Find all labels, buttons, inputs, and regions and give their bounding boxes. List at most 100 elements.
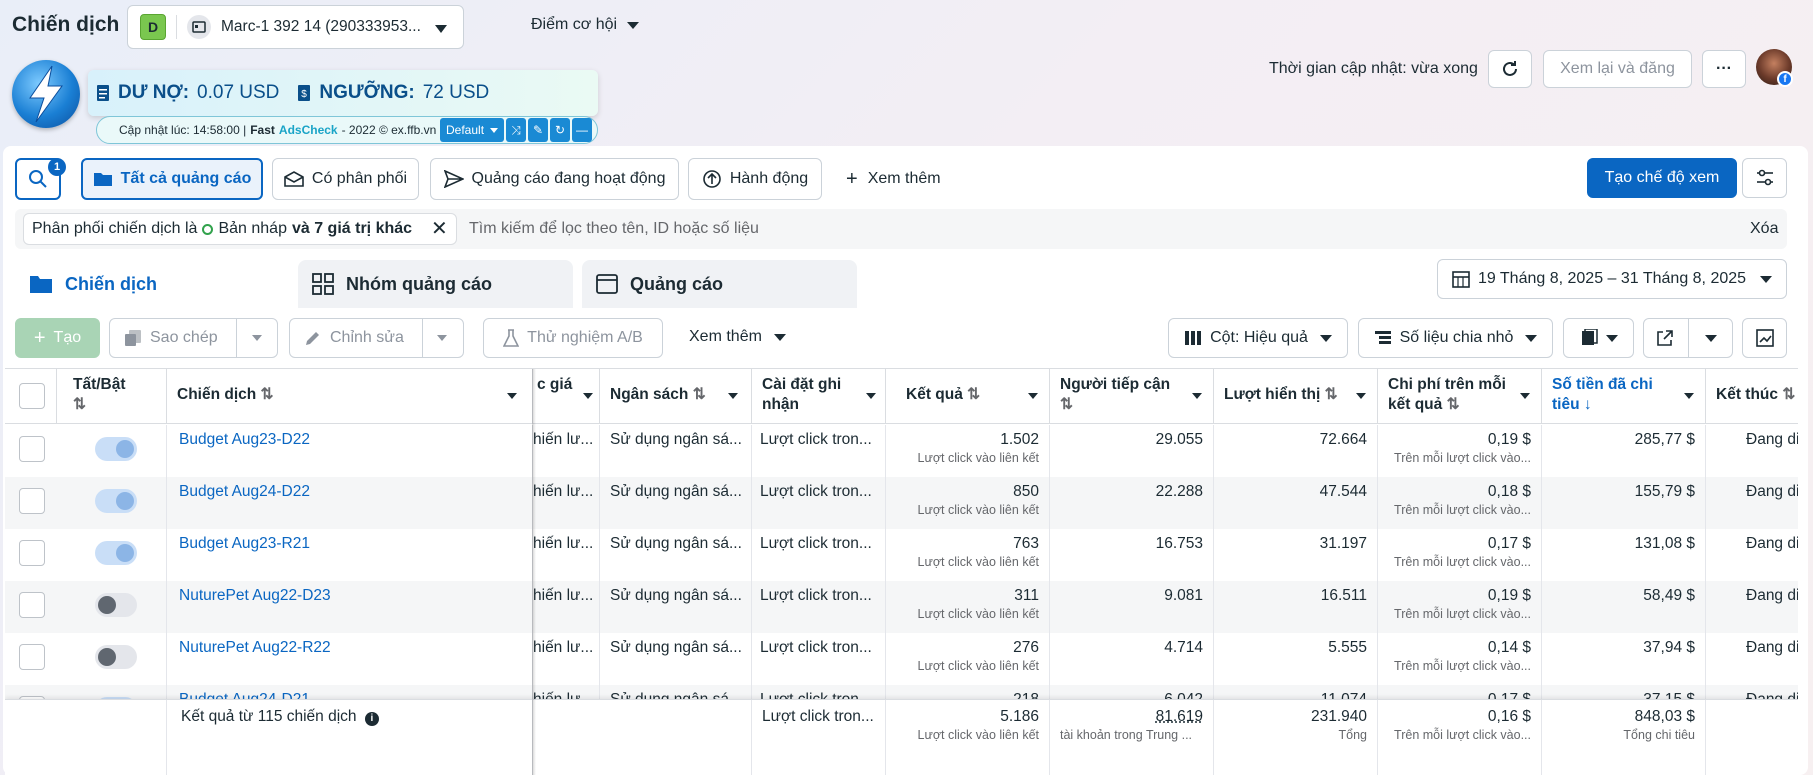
column-amount-spent[interactable]: Số tiền đã chi tiêu ↓ <box>1542 369 1706 424</box>
chevron-down-icon[interactable] <box>1705 335 1717 342</box>
select-all-checkbox[interactable] <box>19 383 45 409</box>
preset-select[interactable]: Default <box>440 118 505 142</box>
column-impressions[interactable]: Lượt hiển thị ⇅ <box>1214 369 1378 424</box>
sort-icon: ⇅ <box>692 386 706 403</box>
chevron-down-icon <box>728 393 738 399</box>
threshold-value: 72 USD <box>422 82 490 103</box>
tab-ads[interactable]: Quảng cáo <box>582 260 857 308</box>
see-more-filters[interactable]: + Xem thêm <box>846 169 941 189</box>
shuffle-icon[interactable]: ⤨ <box>506 118 527 142</box>
divider <box>236 319 237 357</box>
chevron-down-icon[interactable] <box>437 335 447 341</box>
column-reach[interactable]: Người tiếp cận ⇅ <box>1050 369 1214 424</box>
send-icon <box>443 170 464 188</box>
cell-results-sub: Lượt click vào liên kết <box>917 503 1039 517</box>
delivery-toggle[interactable] <box>95 541 137 565</box>
delivery-toggle[interactable] <box>95 489 137 513</box>
cell-end: Đang diễ <box>1746 535 1798 552</box>
opportunity-score[interactable]: Điểm cơ hội <box>531 16 640 34</box>
row-checkbox[interactable] <box>19 488 45 514</box>
filter-active-ads[interactable]: Quảng cáo đang hoạt động <box>430 158 679 200</box>
cell-end: Đang diễ <box>1746 639 1798 656</box>
breakdown-button[interactable]: Số liệu chia nhỏ <box>1358 318 1553 358</box>
tab-campaigns[interactable]: Chiến dịch <box>15 260 288 308</box>
cell-end: Đang diễ <box>1746 431 1798 448</box>
campaign-name-link[interactable]: Budget Aug24-D22 <box>179 483 310 500</box>
summary-row: Kết quả từ 115 chiến dịch i Lượt click t… <box>5 699 1798 775</box>
campaign-name-link[interactable]: NuturePet Aug22-D23 <box>179 587 331 604</box>
date-range-picker[interactable]: 19 Tháng 8, 2025 – 31 Tháng 8, 2025 <box>1437 259 1787 299</box>
row-checkbox[interactable] <box>19 540 45 566</box>
filter-chip[interactable]: Phân phối chiến dịch là Bản nháp và 7 gi… <box>23 213 457 245</box>
campaign-name-link[interactable]: NuturePet Aug22-R22 <box>179 639 331 656</box>
search-icon <box>29 170 47 188</box>
columns-button[interactable]: Cột: Hiệu quả <box>1168 318 1348 358</box>
chevron-down-icon <box>1192 393 1202 399</box>
column-budget[interactable]: Ngân sách ⇅ <box>600 369 752 424</box>
cell-spent: 285,77 $ <box>1634 431 1695 448</box>
cell-impressions: 16.511 <box>1320 587 1367 604</box>
refresh-button[interactable] <box>1488 50 1532 88</box>
settings-sliders-button[interactable] <box>1742 158 1787 198</box>
chevron-down-icon[interactable] <box>252 335 262 341</box>
campaign-name-link[interactable]: Budget Aug23-R21 <box>179 535 310 552</box>
column-campaign[interactable]: Chiến dịch ⇅ <box>167 369 533 424</box>
cell-cpr-sub: Trên mỗi lượt click vào... <box>1394 555 1531 569</box>
sort-icon: ⇅ <box>1782 386 1796 403</box>
filter-actions[interactable]: Hành động <box>688 158 822 200</box>
sort-icon: ⇅ <box>1446 396 1460 413</box>
file-dollar-icon: $ <box>298 85 311 101</box>
create-button[interactable]: + Tạo <box>15 318 100 358</box>
column-toggle[interactable]: Tất/Bật ⇅ <box>57 369 167 424</box>
campaign-name-link[interactable]: Budget Aug23-D22 <box>179 431 310 448</box>
refresh-icon[interactable]: ↻ <box>550 118 571 142</box>
row-checkbox[interactable] <box>19 436 45 462</box>
chevron-down-icon <box>1028 393 1038 399</box>
filter-all-ads[interactable]: Tất cả quảng cáo <box>81 158 263 200</box>
table-row[interactable]: Budget Aug23-R21 hiến lư... Sử dụng ngân s… <box>5 529 1798 581</box>
chart-button[interactable] <box>1742 318 1787 358</box>
copy-icon <box>125 330 141 346</box>
cell-bid: hiến lư... <box>533 639 594 656</box>
breakdown-icon <box>1374 331 1391 344</box>
review-publish-button[interactable]: Xem lại và đăng <box>1543 50 1692 88</box>
ad-account-icon <box>187 15 211 39</box>
delivery-toggle[interactable] <box>95 593 137 617</box>
table-row[interactable]: NuturePet Aug22-D23 hiến lư... Sử dụng ngâ… <box>5 581 1798 633</box>
more-options-button[interactable]: ··· <box>1702 50 1746 88</box>
sort-down-icon: ↓ <box>1583 396 1592 413</box>
see-more-actions[interactable]: Xem thêm <box>689 328 786 346</box>
table-row[interactable]: NuturePet Aug22-R22 hiến lư... Sử dụng ngâ… <box>5 633 1798 685</box>
ab-test-button[interactable]: Thử nghiệm A/B <box>483 318 663 358</box>
table-row[interactable]: Budget Aug23-D22 hiến lư... Sử dụng ngân s… <box>5 425 1798 477</box>
account-selector[interactable]: D Marc-1 392 14 (290333953... <box>127 5 464 49</box>
create-view-button[interactable]: Tạo chế độ xem <box>1587 158 1737 198</box>
info-icon[interactable]: i <box>364 711 379 726</box>
reports-button[interactable] <box>1563 318 1634 358</box>
column-attribution[interactable]: Cài đặt ghi nhận <box>752 369 886 424</box>
column-bid[interactable]: c giá <box>533 369 600 424</box>
cell-results: 311 <box>1014 587 1039 604</box>
column-end[interactable]: Kết thúc ⇅ <box>1706 369 1798 424</box>
row-checkbox[interactable] <box>19 644 45 670</box>
cell-budget: Sử dụng ngân sá... <box>610 483 742 500</box>
close-icon[interactable]: ✕ <box>431 219 448 239</box>
filter-delivering[interactable]: Có phân phối <box>272 158 419 200</box>
svg-text:$: $ <box>302 89 308 100</box>
tab-ad-sets[interactable]: Nhóm quảng cáo <box>298 260 573 308</box>
clear-filters-link[interactable]: Xóa <box>1750 220 1778 238</box>
delivery-toggle[interactable] <box>95 437 137 461</box>
column-select-all <box>5 369 57 424</box>
cell-budget: Sử dụng ngân sá... <box>610 535 742 552</box>
cell-attribution: Lượt click tron... <box>760 483 872 500</box>
edit-icon[interactable]: ✎ <box>528 118 549 142</box>
table-row[interactable]: Budget Aug24-D22 hiến lư... Sử dụng ngân s… <box>5 477 1798 529</box>
column-results[interactable]: Kết quả ⇅ <box>886 369 1050 424</box>
column-cost-per-result[interactable]: Chi phí trên mỗi kết quả ⇅ <box>1378 369 1542 424</box>
minimize-icon[interactable]: — <box>572 118 593 142</box>
delivery-toggle[interactable] <box>95 645 137 669</box>
row-checkbox[interactable] <box>19 592 45 618</box>
filter-search-input[interactable]: Tìm kiếm để lọc theo tên, ID hoặc số liệ… <box>469 220 759 238</box>
cell-attribution: Lượt click tron... <box>760 639 872 656</box>
balance-panel: DƯ NỢ: 0.07 USD $ NGƯỠNG: 72 USD <box>88 70 598 116</box>
